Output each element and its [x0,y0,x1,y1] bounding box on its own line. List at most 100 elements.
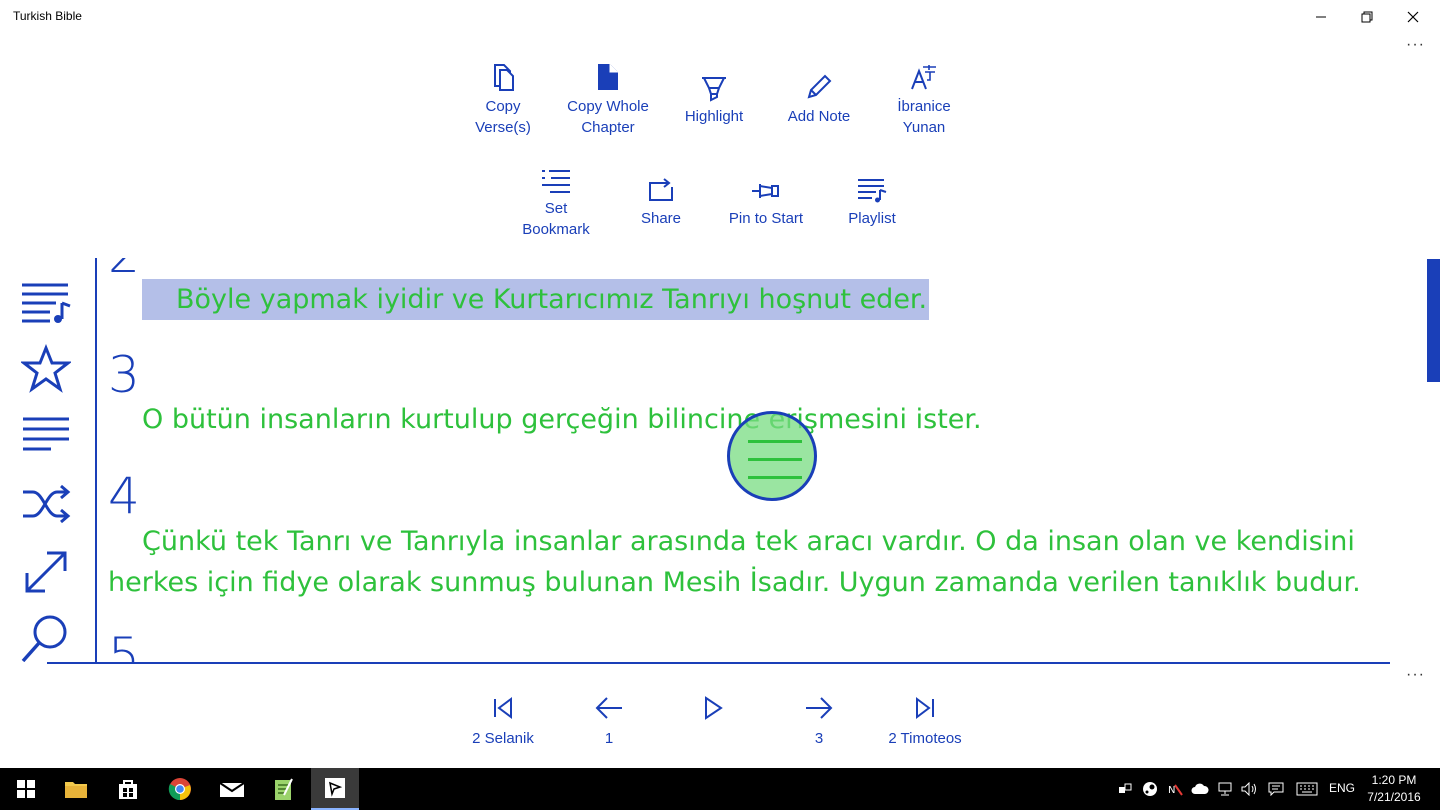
menu-icon-line [748,476,802,479]
store-button[interactable] [104,768,152,810]
highlighted-span: Böyle yapmak iyidir ve Kurtarıcımız Tanr… [142,279,930,320]
more-options-top-button[interactable]: ··· [1406,36,1425,54]
language-icon [872,58,976,92]
action-center-icon[interactable] [1267,781,1285,797]
skip-forward-icon [875,694,975,722]
hebrew-greek-label: İbranice Yunan [897,98,951,136]
verse-number: 2 [108,258,140,280]
volume-icon[interactable] [1241,781,1259,797]
bible-app-icon [325,778,345,798]
onedrive-icon[interactable] [1191,781,1209,797]
sidebar-favorites-button[interactable] [20,343,72,395]
playlist-label: Playlist [848,210,896,227]
share-icon [609,170,713,204]
copy-whole-chapter-label: Copy Whole Chapter [567,98,649,136]
system-clock[interactable]: 1:20 PM 7/21/2016 [1364,772,1424,806]
more-options-bottom-button[interactable]: ··· [1406,666,1425,684]
play-icon [663,694,763,722]
scrollbar-thumb[interactable] [1427,259,1440,382]
chrome-button[interactable] [156,768,204,810]
previous-chapter-button[interactable]: 1 [559,694,659,747]
close-icon [1407,11,1419,23]
set-bookmark-button[interactable]: Set Bookmark [504,160,608,240]
share-label: Share [640,210,682,227]
verse-number: 3 [108,346,140,404]
sidebar-chapter-list-button[interactable] [20,407,72,459]
hebrew-greek-button[interactable]: İbranice Yunan [872,58,976,138]
last-chapter-label: 2 Timoteos [888,730,962,747]
highlight-label: Highlight [684,108,744,125]
sidebar-playlist-button[interactable] [20,276,72,328]
search-icon [21,615,67,662]
nvidia-icon[interactable]: N [1166,781,1184,797]
list-icon [23,417,69,451]
clock-date: 7/21/2016 [1367,790,1421,804]
pencil-icon [767,68,871,102]
title-bar: Turkish Bible [0,0,1440,34]
chrome-icon [168,778,191,801]
sidebar-shuffle-button[interactable] [20,478,72,530]
mail-button[interactable] [208,768,256,810]
sidebar-search-button[interactable] [20,614,72,662]
fullscreen-icon [25,551,67,593]
highlight-button[interactable]: Highlight [662,68,766,127]
close-button[interactable] [1390,0,1436,34]
pin-to-start-button[interactable]: Pin to Start [714,170,818,229]
network-share-icon[interactable] [1116,781,1134,797]
arrow-left-icon [559,694,659,722]
sidebar-fullscreen-button[interactable] [20,546,72,598]
folder-icon [65,782,87,798]
floating-menu-button[interactable] [727,411,817,501]
restore-icon [1361,11,1373,23]
verse-text[interactable]: Çünkü tek Tanrı ve Tanrıyla insanlar ara… [108,521,1398,603]
copy-verses-button[interactable]: Copy Verse(s) [451,58,555,138]
next-chapter-button[interactable]: 3 [769,694,869,747]
copy-verses-label: Copy Verse(s) [475,98,531,136]
first-chapter-label: 2 Selanik [472,730,534,747]
first-chapter-button[interactable]: 2 Selanik [453,694,553,747]
windows-logo-icon [17,780,35,798]
verse-text-highlighted[interactable]: Böyle yapmak iyidir ve Kurtarıcımız Tanr… [108,279,1398,320]
app-title: Turkish Bible [13,9,82,23]
start-button[interactable] [2,768,50,810]
file-explorer-button[interactable] [52,768,100,810]
add-note-button[interactable]: Add Note [767,68,871,127]
turkish-bible-taskbar-button[interactable] [311,768,359,810]
reader-left-rule [95,258,97,664]
star-icon [21,344,71,393]
language-indicator[interactable]: ENG [1329,781,1355,795]
playlist-icon [820,170,924,204]
playlist-icon [22,283,71,323]
clock-time: 1:20 PM [1371,773,1417,787]
previous-chapter-label: 1 [604,730,614,747]
taskbar: N ENG 1:20 PM 7/21/2016 [0,768,1440,810]
shuffle-icon [23,484,71,524]
store-icon [119,780,137,799]
verse-number: 5 [108,627,140,662]
svg-text:N: N [1168,785,1175,796]
menu-icon-line [748,440,802,443]
copy-whole-chapter-button[interactable]: Copy Whole Chapter [556,58,660,138]
notepad-icon [275,778,293,800]
minimize-icon [1316,16,1326,18]
playlist-button[interactable]: Playlist [820,170,924,229]
steam-icon[interactable] [1141,781,1159,797]
menu-icon-line [748,458,802,461]
document-icon [556,58,660,92]
last-chapter-button[interactable]: 2 Timoteos [875,694,975,747]
share-button[interactable]: Share [609,170,713,229]
pin-icon [714,170,818,204]
network-icon[interactable] [1216,781,1234,797]
verse-number: 4 [108,467,140,525]
bookmark-list-icon [504,160,608,194]
next-chapter-label: 3 [814,730,824,747]
notepad-button[interactable] [259,768,307,810]
copy-icon [451,58,555,92]
minimize-button[interactable] [1298,0,1344,34]
highlighter-icon [662,68,766,102]
pin-to-start-label: Pin to Start [728,210,804,227]
restore-button[interactable] [1344,0,1390,34]
play-button[interactable] [663,694,763,730]
touch-keyboard-icon[interactable] [1295,781,1319,797]
add-note-label: Add Note [787,108,851,125]
